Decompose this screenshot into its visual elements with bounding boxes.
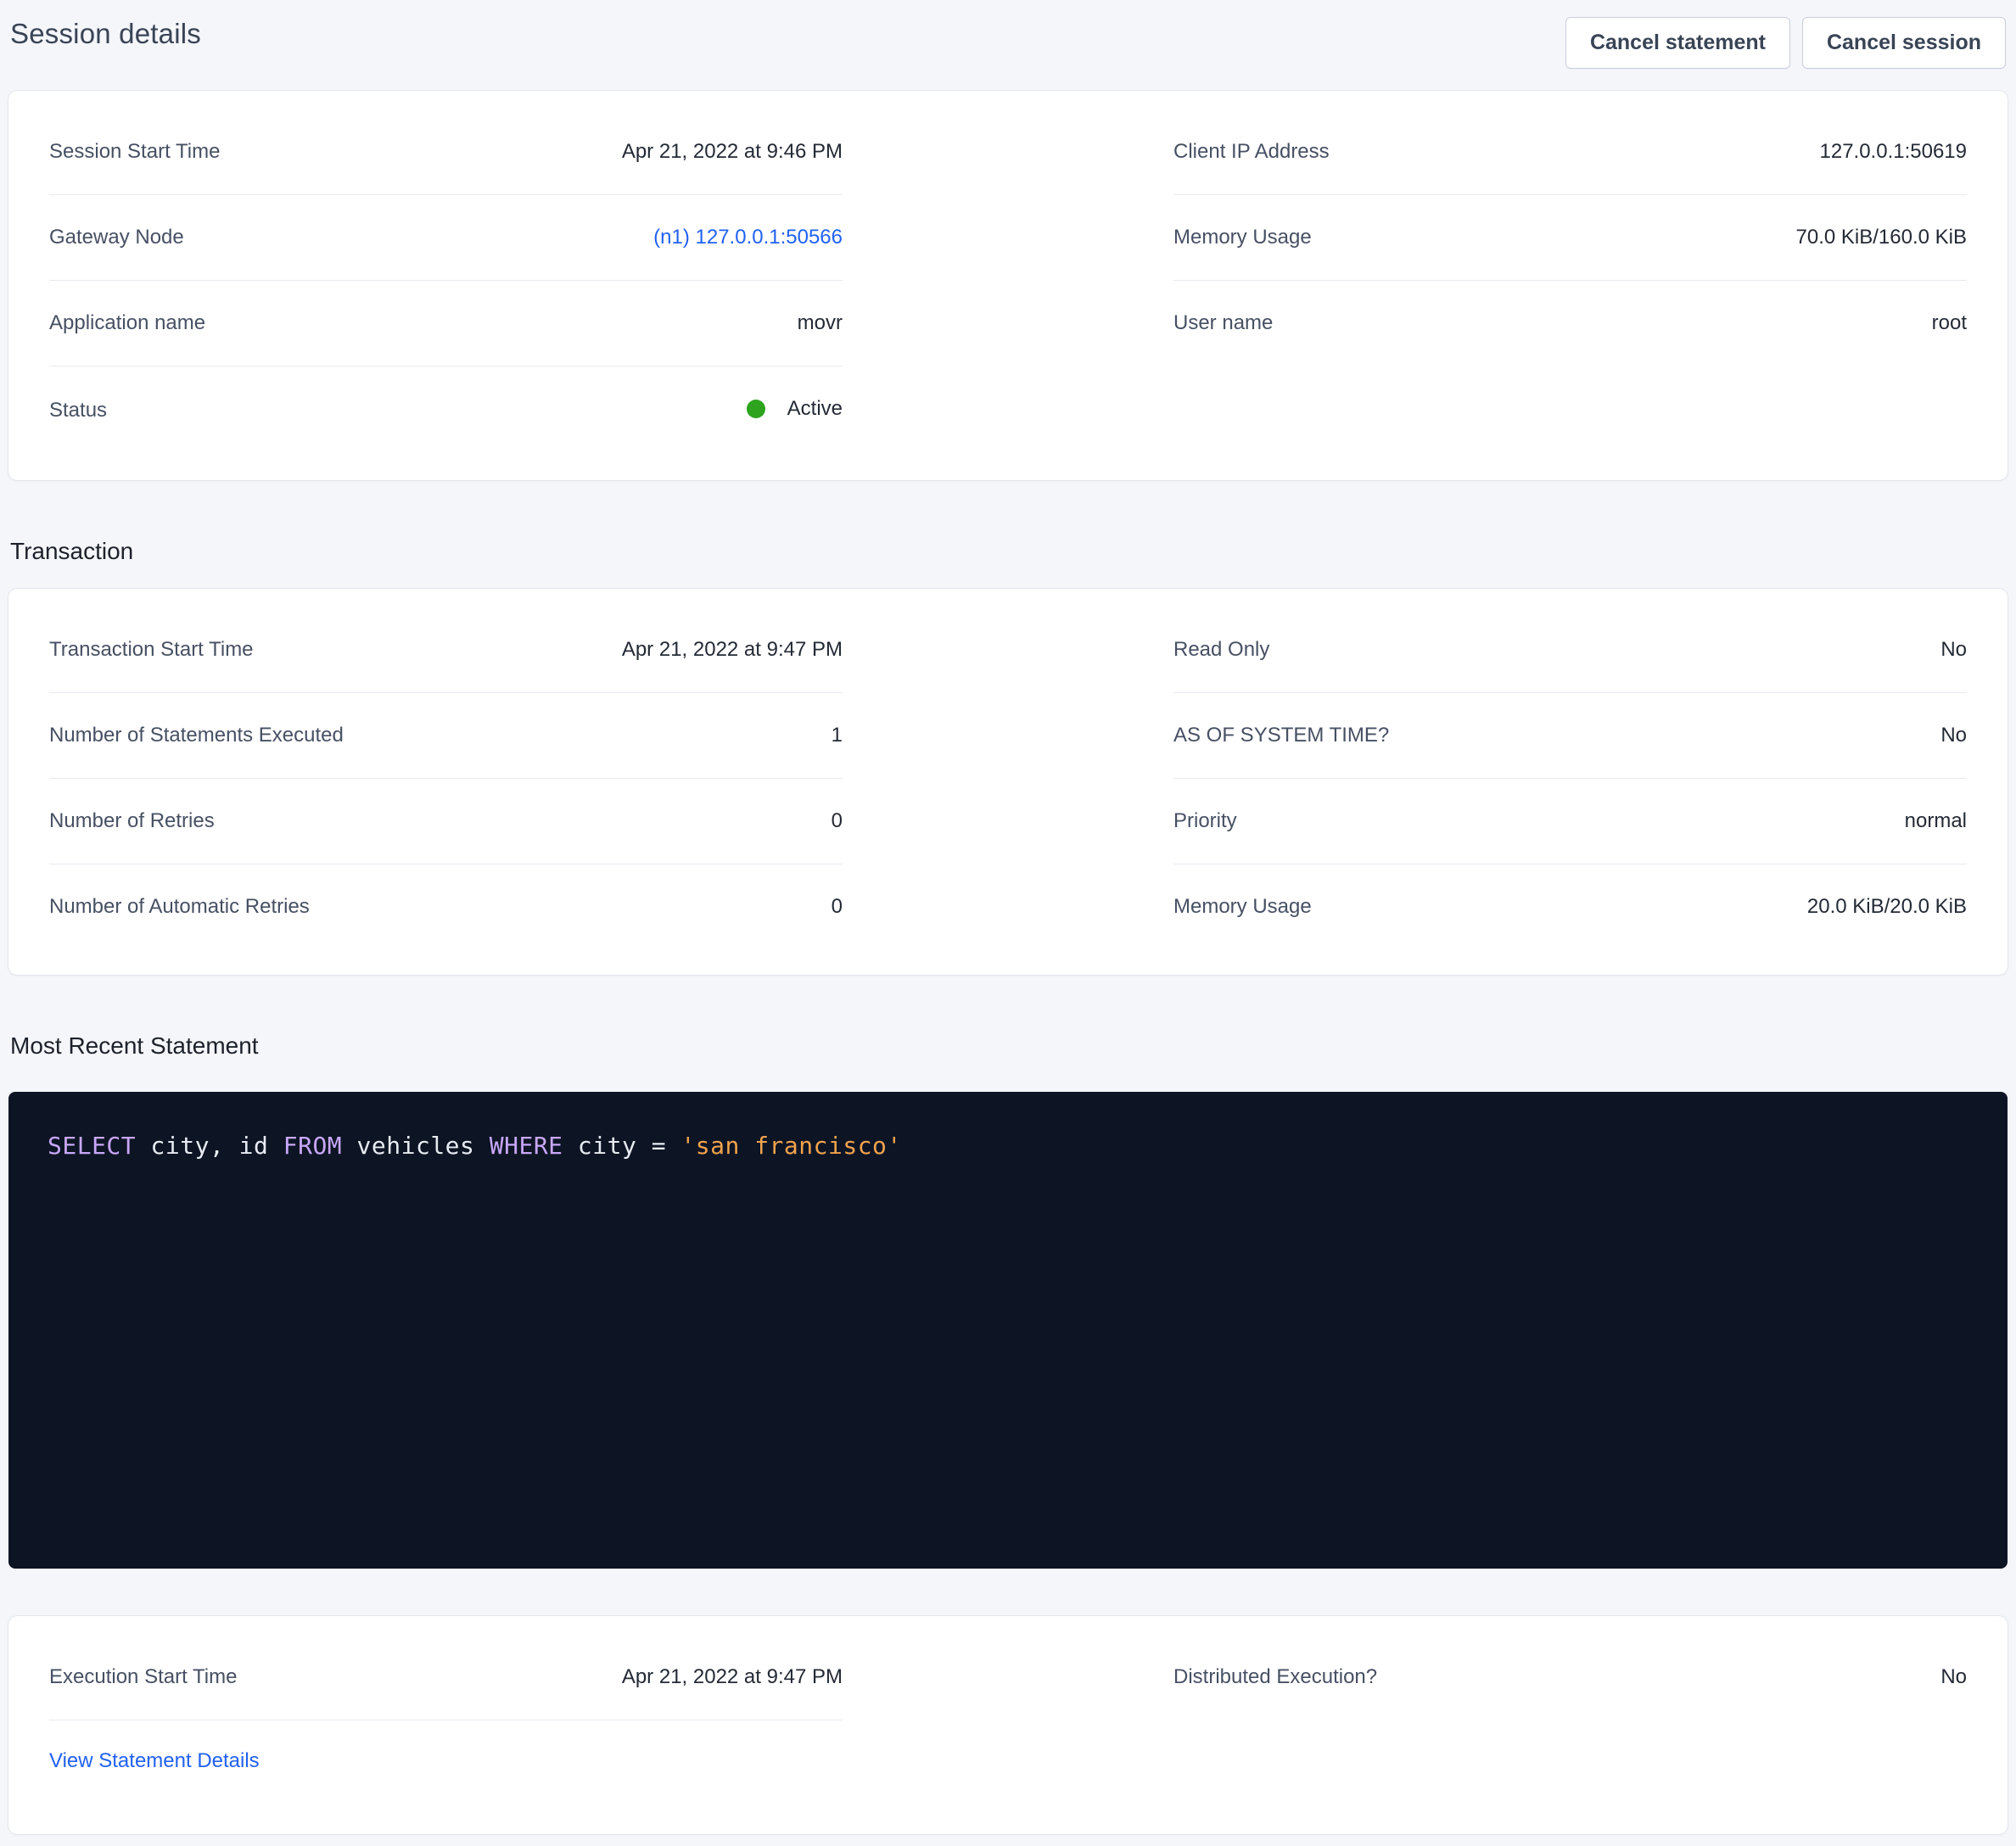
page-header: Session details Cancel statement Cancel …: [8, 12, 2008, 69]
row-session-start-time: Session Start Time Apr 21, 2022 at 9:46 P…: [49, 109, 843, 195]
row-user-name: User name root: [1173, 281, 1967, 366]
value-transaction-memory-usage: 20.0 KiB/20.0 KiB: [1807, 895, 1967, 919]
row-transaction-memory-usage: Memory Usage 20.0 KiB/20.0 KiB: [1173, 864, 1967, 949]
session-summary-left-column: Session Start Time Apr 21, 2022 at 9:46 P…: [49, 109, 843, 455]
label-automatic-retries-count: Number of Automatic Retries: [49, 895, 310, 919]
label-transaction-start-time: Transaction Start Time: [49, 638, 254, 662]
row-automatic-retries-count: Number of Automatic Retries 0: [49, 864, 843, 949]
value-read-only: No: [1940, 638, 1967, 662]
transaction-card: Transaction Start Time Apr 21, 2022 at 9:…: [8, 589, 2008, 975]
label-session-status: Status: [49, 399, 107, 422]
row-application-name: Application name movr: [49, 281, 843, 366]
label-session-start-time: Session Start Time: [49, 140, 220, 164]
value-session-status: Active: [747, 397, 843, 424]
page-title: Session details: [10, 15, 201, 53]
value-application-name: movr: [798, 311, 843, 335]
row-session-status: Status Active: [49, 366, 843, 455]
statement-execution-card: Execution Start Time Apr 21, 2022 at 9:47…: [8, 1616, 2008, 1834]
row-execution-start-time: Execution Start Time Apr 21, 2022 at 9:47…: [49, 1635, 843, 1720]
transaction-right-column: Read Only No AS OF SYSTEM TIME? No Priority n…: [1173, 607, 1967, 949]
row-session-memory-usage: Memory Usage 70.0 KiB/160.0 KiB: [1173, 195, 1967, 281]
row-read-only: Read Only No: [1173, 607, 1967, 693]
sql-token-plain: city =: [563, 1132, 681, 1160]
transaction-left-column: Transaction Start Time Apr 21, 2022 at 9:…: [49, 607, 843, 949]
value-session-memory-usage: 70.0 KiB/160.0 KiB: [1796, 226, 1967, 249]
row-distributed-execution: Distributed Execution? No: [1173, 1635, 1967, 1720]
row-as-of-system-time: AS OF SYSTEM TIME? No: [1173, 693, 1967, 779]
label-distributed-execution: Distributed Execution?: [1173, 1665, 1377, 1689]
statement-section-heading: Most Recent Statement: [10, 1031, 2006, 1061]
label-application-name: Application name: [49, 311, 205, 335]
label-statements-executed-count: Number of Statements Executed: [49, 724, 344, 747]
label-user-name: User name: [1173, 311, 1273, 335]
value-user-name: root: [1932, 311, 1967, 335]
label-execution-start-time: Execution Start Time: [49, 1665, 237, 1689]
execution-left-column: Execution Start Time Apr 21, 2022 at 9:47…: [49, 1635, 843, 1773]
value-distributed-execution: No: [1940, 1665, 1967, 1689]
value-priority: normal: [1905, 809, 1967, 833]
session-summary-right-column: Client IP Address 127.0.0.1:50619 Memory U…: [1173, 109, 1967, 366]
sql-token-keyword: SELECT: [48, 1132, 136, 1160]
sql-token-plain: city, id: [136, 1132, 283, 1160]
session-details-page: Session details Cancel statement Cancel …: [0, 0, 2016, 1834]
cancel-statement-button[interactable]: Cancel statement: [1565, 17, 1790, 69]
header-actions: Cancel statement Cancel session: [1565, 17, 2006, 69]
view-statement-details-link[interactable]: View Statement Details: [49, 1749, 260, 1773]
transaction-section-heading: Transaction: [10, 536, 2006, 567]
label-as-of-system-time: AS OF SYSTEM TIME?: [1173, 724, 1389, 747]
label-priority: Priority: [1173, 809, 1237, 833]
status-active-dot: [747, 400, 765, 418]
row-gateway-node: Gateway Node (n1) 127.0.0.1:50566: [49, 195, 843, 281]
view-statement-details-row: View Statement Details: [49, 1720, 843, 1773]
cancel-session-button[interactable]: Cancel session: [1802, 17, 2006, 69]
value-gateway-node: (n1) 127.0.0.1:50566: [653, 226, 843, 249]
value-as-of-system-time: No: [1940, 724, 1967, 747]
sql-token-plain: vehicles: [342, 1132, 490, 1160]
row-statements-executed-count: Number of Statements Executed 1: [49, 693, 843, 779]
label-read-only: Read Only: [1173, 638, 1269, 662]
label-transaction-memory-usage: Memory Usage: [1173, 895, 1312, 919]
gateway-node-link[interactable]: (n1) 127.0.0.1:50566: [653, 226, 843, 249]
sql-token-string: 'san francisco': [680, 1132, 901, 1160]
label-gateway-node: Gateway Node: [49, 226, 184, 249]
session-summary-card: Session Start Time Apr 21, 2022 at 9:46 P…: [8, 91, 2008, 480]
value-session-start-time: Apr 21, 2022 at 9:46 PM: [622, 140, 843, 164]
sql-statement: SELECT city, id FROM vehicles WHERE city…: [48, 1132, 902, 1160]
sql-token-keyword: WHERE: [490, 1132, 563, 1160]
row-priority: Priority normal: [1173, 779, 1967, 864]
row-client-ip-address: Client IP Address 127.0.0.1:50619: [1173, 109, 1967, 195]
sql-statement-box: SELECT city, id FROM vehicles WHERE city…: [8, 1092, 2008, 1569]
value-statements-executed-count: 1: [832, 724, 843, 747]
value-retries-count: 0: [832, 809, 843, 833]
sql-token-keyword: FROM: [283, 1132, 342, 1160]
value-transaction-start-time: Apr 21, 2022 at 9:47 PM: [622, 638, 843, 662]
value-automatic-retries-count: 0: [832, 895, 843, 919]
label-retries-count: Number of Retries: [49, 809, 215, 833]
label-session-memory-usage: Memory Usage: [1173, 226, 1312, 249]
row-transaction-start-time: Transaction Start Time Apr 21, 2022 at 9:…: [49, 607, 843, 693]
value-client-ip-address: 127.0.0.1:50619: [1820, 140, 1968, 164]
value-execution-start-time: Apr 21, 2022 at 9:47 PM: [622, 1665, 843, 1689]
execution-right-column: Distributed Execution? No: [1173, 1635, 1967, 1720]
label-client-ip-address: Client IP Address: [1173, 140, 1330, 164]
row-retries-count: Number of Retries 0: [49, 779, 843, 864]
